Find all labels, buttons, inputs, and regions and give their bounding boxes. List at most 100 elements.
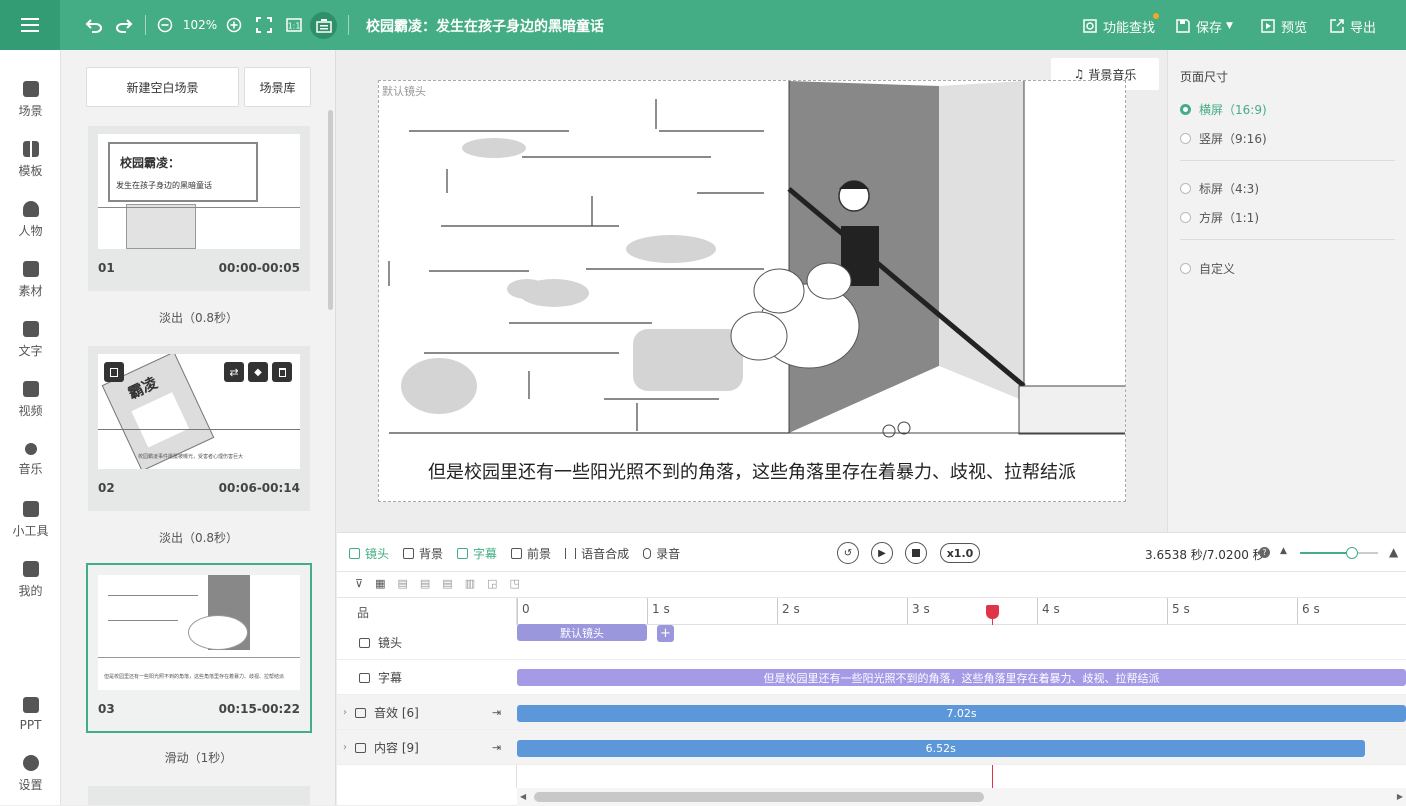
- help-icon[interactable]: ?: [1259, 547, 1270, 558]
- new-blank-scene-button[interactable]: 新建空白场景: [86, 67, 239, 107]
- nav-person[interactable]: 人物: [0, 192, 61, 248]
- transition-label[interactable]: 淡出（0.8秒）: [61, 309, 336, 326]
- tab-background[interactable]: 背景: [403, 545, 443, 562]
- tab-foreground[interactable]: 前景: [511, 545, 551, 562]
- scene-card-01[interactable]: 校园霸凌： 发生在孩子身边的黑暗童话 01 00:00-00:05: [88, 126, 310, 291]
- save-button[interactable]: 保存 ▼: [1176, 15, 1233, 37]
- scene-card-03[interactable]: 但是校园里还有一些阳光照不到的角落，这些角落里存在着暴力、歧视、拉帮结派 03 …: [86, 563, 312, 733]
- align-left-icon[interactable]: ▤: [397, 577, 407, 590]
- nav-scene[interactable]: 场景: [0, 72, 61, 128]
- size-option-custom[interactable]: 自定义: [1180, 260, 1235, 277]
- preview-button[interactable]: 预览: [1261, 15, 1307, 37]
- scenes-scrollbar[interactable]: [328, 110, 333, 310]
- stage-subtitle[interactable]: 但是校园里还有一些阳光照不到的角落，这些角落里存在着暴力、歧视、拉帮结派: [379, 458, 1125, 484]
- project-title[interactable]: 校园霸凌：发生在孩子身边的黑暗童话: [366, 16, 604, 36]
- size-option-4-3[interactable]: 标屏（4:3): [1180, 180, 1259, 197]
- scroll-left-icon[interactable]: ◀: [520, 792, 526, 801]
- play-icon: ▶: [878, 547, 886, 559]
- zoom-large-icon[interactable]: ▲: [1389, 545, 1398, 559]
- align-right-icon[interactable]: ▤: [442, 577, 452, 590]
- track-label[interactable]: 镜头: [337, 625, 517, 660]
- zoom-slider-handle[interactable]: [1346, 547, 1359, 559]
- track-label[interactable]: 字幕: [337, 660, 517, 695]
- thumb-subtitle: 发生在孩子身边的黑暗童话: [116, 181, 212, 190]
- playhead-handle[interactable]: [985, 605, 999, 619]
- add-camera-button[interactable]: +: [657, 625, 674, 642]
- background-icon: [403, 548, 415, 559]
- track-bar[interactable]: 7.02s: [517, 705, 1406, 722]
- transition-label[interactable]: 淡出（0.8秒）: [61, 529, 336, 546]
- zoom-in-button[interactable]: [224, 15, 244, 35]
- group-icon[interactable]: ◲: [487, 577, 497, 590]
- find-feature-button[interactable]: 功能查找: [1083, 13, 1160, 37]
- speed-button[interactable]: x1.0: [940, 543, 980, 563]
- transition-label[interactable]: 滑动（1秒）: [61, 749, 336, 766]
- scene-number: 02: [98, 481, 115, 495]
- foreground-icon: [511, 548, 523, 559]
- filter-icon[interactable]: ⊽: [355, 577, 363, 590]
- scene-thumbnail: 霸凌 校园霸凌事件屡屡被曝光，受害者心理伤害巨大 ⇄ ◆: [98, 354, 300, 469]
- scene-time: 00:00-00:05: [218, 261, 300, 275]
- size-option-16-9[interactable]: 横屏（16:9): [1180, 101, 1267, 118]
- track-bar[interactable]: 但是校园里还有一些阳光照不到的角落，这些角落里存在着暴力、歧视、拉帮结派: [517, 669, 1406, 686]
- nav-template[interactable]: 模板: [0, 132, 61, 188]
- subtitle-mode-button[interactable]: [310, 12, 337, 39]
- nav-tools[interactable]: 小工具: [0, 492, 61, 548]
- timeline-zoom-slider[interactable]: [1300, 547, 1378, 559]
- nav-music[interactable]: 音乐: [0, 432, 61, 488]
- time-ruler[interactable]: 0 1 s 2 s 3 s 4 s 5 s 6 s: [517, 598, 1406, 625]
- redo-button[interactable]: [114, 15, 134, 35]
- zoom-small-icon[interactable]: ▲: [1280, 546, 1287, 556]
- export-track-icon[interactable]: ⇥: [492, 706, 501, 719]
- scroll-right-icon[interactable]: ▶: [1397, 792, 1403, 801]
- swap-scene-button[interactable]: ⇄: [224, 362, 244, 382]
- layers-icon[interactable]: ▦: [375, 577, 385, 590]
- export-track-icon[interactable]: ⇥: [492, 741, 501, 754]
- stage-canvas[interactable]: 默认镜头 但是校园里还有一些阳光照不到的角落，这些角落里存在着暴力、歧视、拉帮结…: [378, 80, 1126, 502]
- save-icon: [1176, 19, 1190, 33]
- expand-icon[interactable]: ›: [343, 707, 347, 718]
- erase-scene-button[interactable]: ◆: [248, 362, 268, 382]
- scene-card-02[interactable]: 霸凌 校园霸凌事件屡屡被曝光，受害者心理伤害巨大 ⇄ ◆ 02 00:06-00…: [88, 346, 310, 511]
- tab-subtitle[interactable]: 字幕: [457, 545, 497, 562]
- export-button[interactable]: 导出: [1330, 15, 1376, 37]
- nav-ppt[interactable]: PPT: [0, 686, 61, 742]
- replay-button[interactable]: ↺: [837, 542, 859, 564]
- page-size-panel: 页面尺寸 横屏（16:9) 竖屏（9:16) 标屏（4:3) 方屏（1:1) 自…: [1167, 50, 1406, 532]
- menu-button[interactable]: [0, 0, 60, 50]
- copy-scene-button[interactable]: [104, 362, 124, 382]
- ungroup-icon[interactable]: ◳: [510, 577, 520, 590]
- stop-button[interactable]: [905, 542, 927, 564]
- nav-material[interactable]: 素材: [0, 252, 61, 308]
- tab-tts[interactable]: 语音合成: [565, 545, 629, 562]
- distribute-icon[interactable]: ▥: [465, 577, 475, 590]
- tab-camera[interactable]: 镜头: [349, 545, 389, 562]
- scene-library-button[interactable]: 场景库: [244, 67, 311, 107]
- scene-number: 01: [98, 261, 115, 275]
- fullscreen-button[interactable]: [254, 15, 274, 35]
- track-label[interactable]: › 内容 [9] ⇥: [337, 730, 517, 765]
- play-button[interactable]: ▶: [871, 542, 893, 564]
- track-bar[interactable]: 6.52s: [517, 740, 1365, 757]
- material-icon: [22, 261, 39, 277]
- undo-button[interactable]: [84, 15, 104, 35]
- size-option-1-1[interactable]: 方屏（1:1): [1180, 209, 1259, 226]
- align-center-icon[interactable]: ▤: [420, 577, 430, 590]
- track-bar[interactable]: 默认镜头: [517, 624, 647, 641]
- nav-video[interactable]: 视频: [0, 372, 61, 428]
- actual-size-button[interactable]: 1:1: [284, 15, 304, 35]
- nav-text[interactable]: 文字: [0, 312, 61, 368]
- track-label[interactable]: › 音效 [6] ⇥: [337, 695, 517, 730]
- nav-settings[interactable]: 设置: [0, 746, 61, 802]
- tab-record[interactable]: 录音: [643, 545, 680, 562]
- track-structure-icon[interactable]: 品: [357, 604, 369, 621]
- size-option-9-16[interactable]: 竖屏（9:16): [1180, 130, 1267, 147]
- scrollbar-thumb[interactable]: [534, 792, 984, 802]
- track-icon: [355, 707, 366, 718]
- horizontal-scrollbar[interactable]: ◀ ▶: [517, 788, 1406, 806]
- scene-card-04[interactable]: [88, 786, 310, 805]
- nav-my[interactable]: 我的: [0, 552, 61, 608]
- expand-icon[interactable]: ›: [343, 742, 347, 753]
- zoom-out-button[interactable]: [155, 15, 175, 35]
- delete-scene-button[interactable]: [272, 362, 292, 382]
